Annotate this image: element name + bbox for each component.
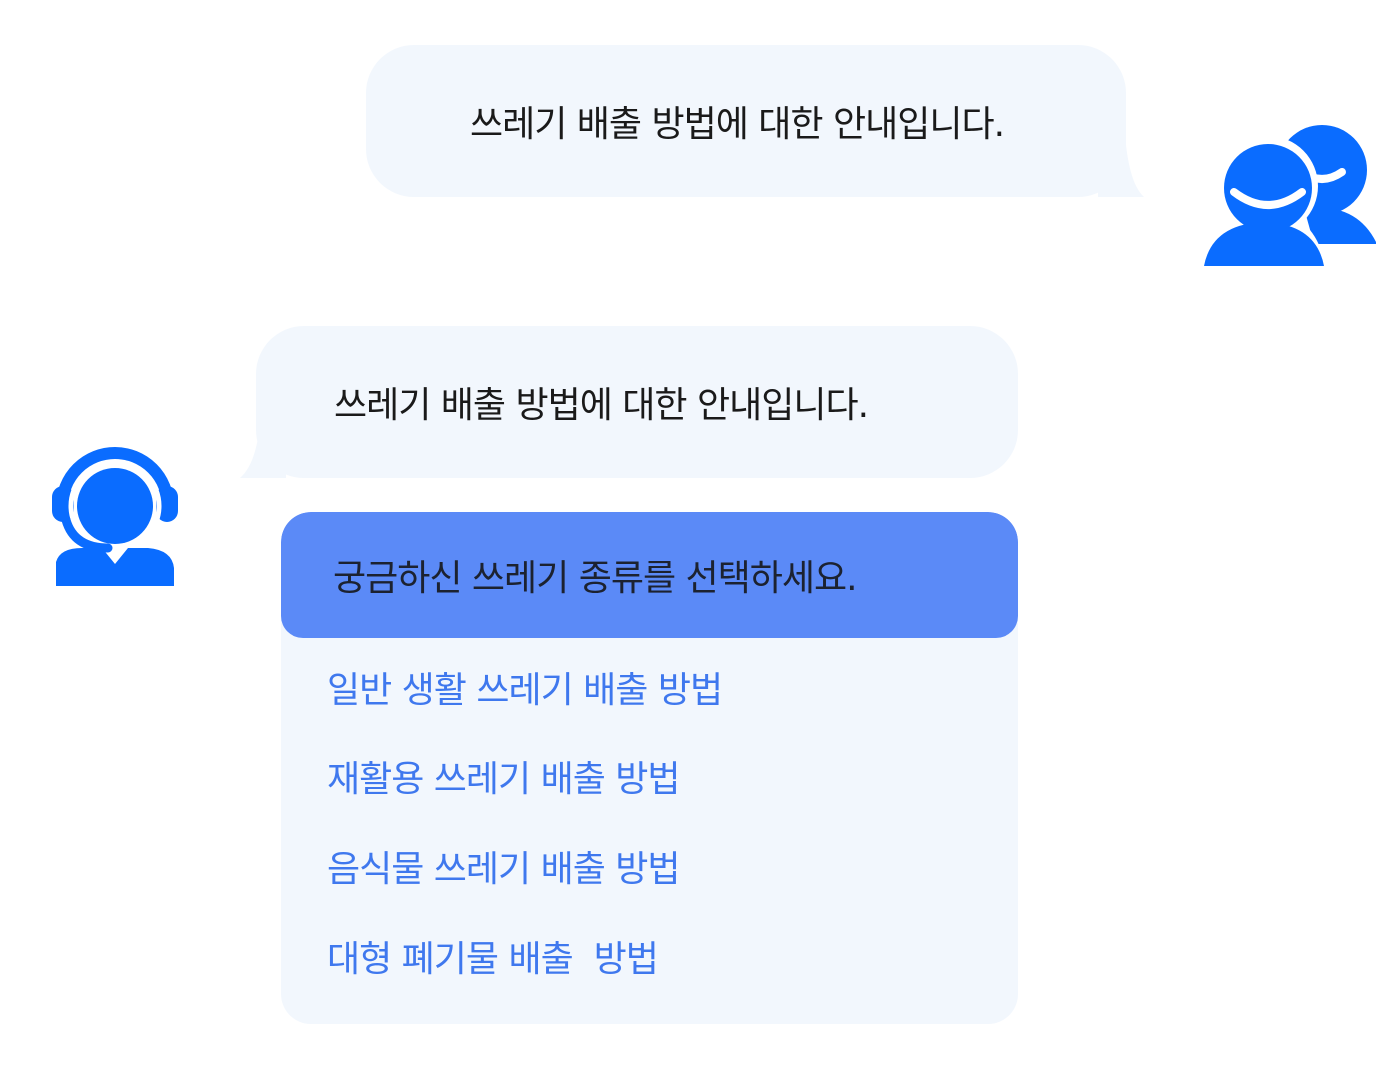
bot-message-bubble: 쓰레기 배출 방법에 대한 안내입니다. [256,326,1018,478]
menu-option-bulky-waste[interactable]: 대형 폐기물 배출 방법 [327,938,659,982]
menu-option-general-waste[interactable]: 일반 생활 쓰레기 배출 방법 [327,669,723,713]
user-bubble-tail [1098,120,1144,197]
menu-option-recycling[interactable]: 재활용 쓰레기 배출 방법 [327,758,681,802]
bot-message-text: 쓰레기 배출 방법에 대한 안내입니다. [334,385,869,426]
headset-agent-icon [52,447,178,586]
user-message-text: 쓰레기 배출 방법에 대한 안내입니다. [470,104,1005,145]
menu-option-food-waste[interactable]: 음식물 쓰레기 배출 방법 [327,848,681,892]
waste-type-menu: 궁금하신 쓰레기 종류를 선택하세요. 일반 생활 쓰레기 배출 방법 재활용 … [281,512,1018,1024]
users-icon [1204,125,1376,266]
menu-title: 궁금하신 쓰레기 종류를 선택하세요. [281,512,1018,638]
user-message-bubble: 쓰레기 배출 방법에 대한 안내입니다. [366,45,1126,197]
menu-title-text: 궁금하신 쓰레기 종류를 선택하세요. [333,558,858,599]
bot-bubble-tail [240,400,286,478]
